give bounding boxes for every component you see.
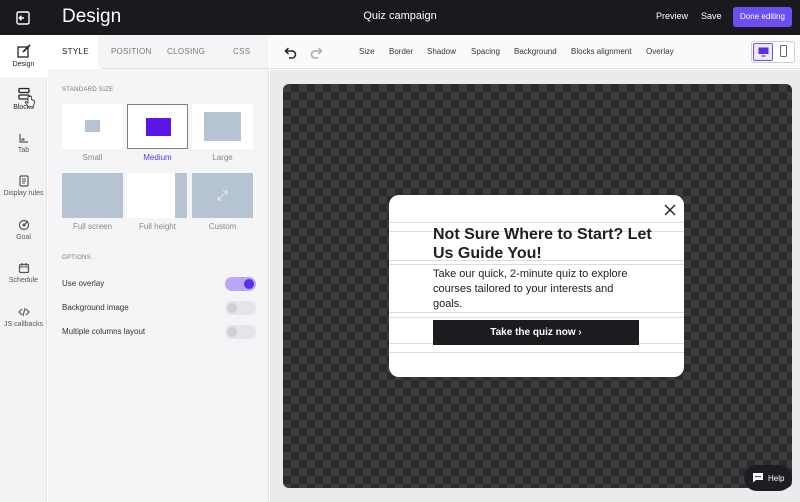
campaign-popup[interactable]: Not Sure Where to Start? Let Us Guide Yo… — [389, 195, 684, 377]
size-label-medium: Medium — [143, 153, 172, 162]
block-guideline — [389, 352, 684, 353]
option-multiple-columns: Multiple columns layout — [62, 324, 256, 340]
size-option-small[interactable] — [62, 104, 123, 149]
hand-cursor-icon — [24, 95, 35, 108]
option-label: Multiple columns layout — [62, 327, 146, 336]
rail-item-display-rules[interactable]: Display rules — [0, 175, 47, 209]
rail-item-design[interactable]: Design — [0, 35, 47, 77]
toolbar-spacing[interactable]: Spacing — [471, 47, 500, 56]
option-background-image: Background image — [62, 300, 256, 316]
options-heading: OPTIONS — [62, 255, 92, 261]
popup-body-text[interactable]: Take our quick, 2-minute quiz to explore… — [433, 267, 633, 312]
tab-position[interactable]: POSITION — [111, 47, 152, 56]
rail-item-label: Schedule — [8, 277, 39, 284]
multiple-columns-toggle[interactable] — [225, 325, 256, 339]
size-label-custom: Custom — [208, 222, 237, 231]
schedule-icon — [18, 263, 29, 274]
settings-tabs: STYLE POSITION CLOSING CSS — [48, 35, 269, 69]
canvas-area: Not Sure Where to Start? Let Us Guide Yo… — [270, 70, 800, 502]
block-guideline — [389, 222, 684, 223]
size-option-full-height[interactable] — [127, 173, 188, 218]
size-label-full-screen: Full screen — [72, 222, 113, 231]
mobile-view-button[interactable] — [774, 43, 794, 61]
chat-icon — [753, 473, 763, 483]
size-preview — [175, 173, 187, 218]
size-option-custom[interactable] — [192, 173, 253, 218]
use-overlay-toggle[interactable] — [225, 277, 256, 291]
settings-panel: STYLE POSITION CLOSING CSS STANDARD SIZE… — [48, 35, 269, 502]
tab-style[interactable]: STYLE — [50, 47, 101, 69]
option-use-overlay: Use overlay — [62, 276, 256, 292]
design-icon — [16, 44, 31, 58]
resize-icon — [217, 190, 228, 201]
design-toolbar: Size Border Shadow Spacing Background Bl… — [270, 35, 800, 69]
standard-size-heading: STANDARD SIZE — [62, 87, 114, 93]
close-icon[interactable] — [664, 203, 676, 216]
size-option-medium[interactable] — [127, 104, 188, 149]
toolbar-overlay[interactable]: Overlay — [646, 47, 674, 56]
desktop-icon — [758, 47, 769, 57]
take-quiz-button[interactable]: Take the quiz now › — [433, 320, 639, 345]
popup-headline[interactable]: Not Sure Where to Start? Let Us Guide Yo… — [433, 225, 663, 263]
tab-css[interactable]: CSS — [233, 47, 250, 56]
size-label-small: Small — [82, 153, 103, 162]
rail-item-goal[interactable]: Goal — [0, 219, 47, 253]
rail-item-label: Goal — [16, 234, 31, 241]
toolbar-blocks-alignment[interactable]: Blocks alignment — [571, 47, 631, 56]
goal-icon — [18, 219, 29, 231]
size-label-full-height: Full height — [139, 222, 176, 231]
rail-item-label: Tab — [17, 147, 30, 154]
block-guideline — [389, 317, 684, 318]
tab-icon — [18, 134, 28, 143]
size-option-full-screen[interactable] — [62, 173, 123, 218]
tab-closing[interactable]: CLOSING — [167, 47, 205, 56]
toolbar-size[interactable]: Size — [359, 47, 375, 56]
size-option-large[interactable] — [192, 104, 253, 149]
size-preview — [85, 120, 100, 132]
background-image-toggle[interactable] — [225, 301, 256, 315]
block-guideline — [389, 264, 684, 265]
rail-item-label: JS callbacks — [4, 321, 43, 328]
done-editing-button[interactable]: Done editing — [733, 7, 792, 27]
rail-item-schedule[interactable]: Schedule — [0, 262, 47, 296]
help-label: Help — [768, 474, 785, 483]
block-guideline — [389, 312, 684, 313]
rail-item-label: Design — [12, 61, 35, 68]
option-label: Use overlay — [62, 279, 105, 288]
mobile-icon — [780, 45, 787, 57]
rail-item-js-callbacks[interactable]: JS callbacks — [0, 306, 47, 340]
size-preview — [204, 112, 241, 141]
toolbar-border[interactable]: Border — [389, 47, 413, 56]
toolbar-shadow[interactable]: Shadow — [427, 47, 456, 56]
code-icon — [17, 307, 30, 317]
save-button[interactable]: Save — [701, 11, 722, 21]
option-label: Background image — [62, 303, 129, 312]
display-rules-icon — [18, 175, 29, 187]
top-bar: Design Quiz campaign Preview Save Done e… — [0, 0, 800, 35]
redo-icon[interactable] — [309, 44, 325, 60]
preview-canvas[interactable]: Not Sure Where to Start? Let Us Guide Yo… — [283, 84, 792, 488]
size-preview — [146, 118, 171, 136]
help-button[interactable]: Help — [744, 465, 792, 491]
size-label-large: Large — [212, 153, 233, 162]
preview-button[interactable]: Preview — [656, 11, 688, 21]
rail-item-label: Display rules — [3, 190, 44, 197]
desktop-view-button[interactable] — [753, 43, 773, 61]
undo-icon[interactable] — [282, 44, 298, 60]
toolbar-background[interactable]: Background — [514, 47, 557, 56]
rail-item-tab[interactable]: Tab — [0, 132, 47, 166]
device-switcher — [751, 41, 795, 63]
